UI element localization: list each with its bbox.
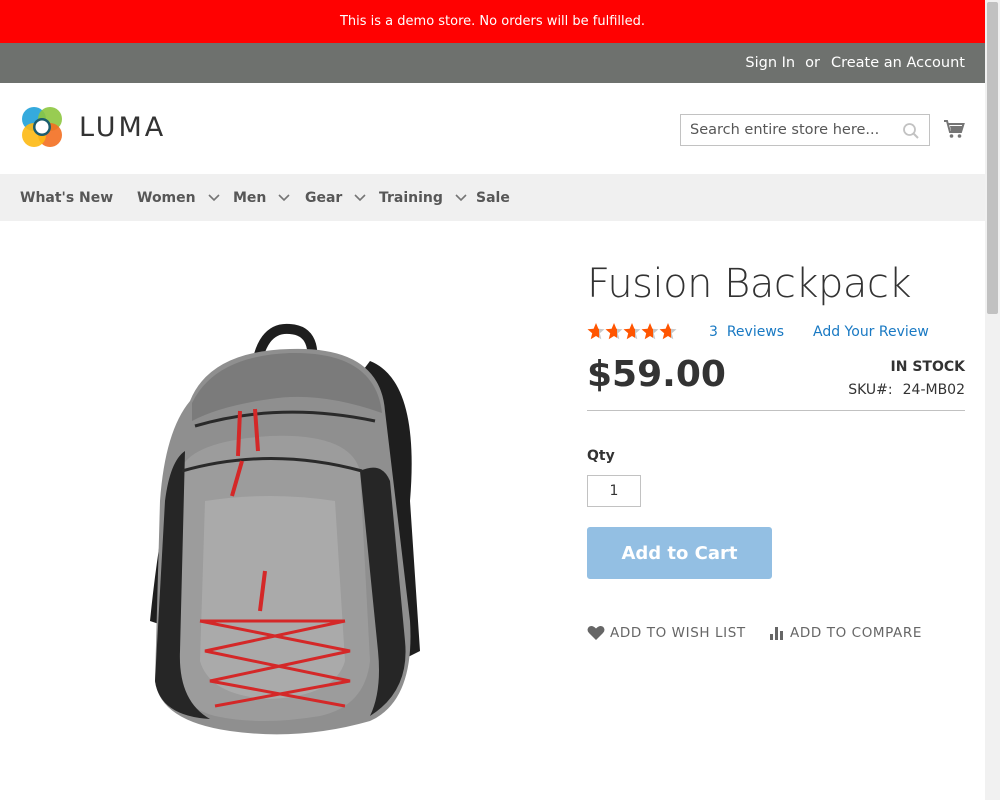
sign-in-link[interactable]: Sign In <box>745 55 795 71</box>
nav-item-men[interactable]: Men <box>233 174 290 221</box>
qty-label: Qty <box>587 448 615 464</box>
search-input[interactable] <box>681 115 891 145</box>
sku-label: SKU#: <box>848 382 893 398</box>
add-to-cart-button[interactable]: Add to Cart <box>587 527 772 579</box>
nav-item-gear[interactable]: Gear <box>305 174 366 221</box>
add-review-link[interactable]: Add Your Review <box>813 324 929 340</box>
product-image-backpack[interactable] <box>120 321 450 741</box>
nav-item-label: Training <box>379 189 443 206</box>
demo-store-notice: This is a demo store. No orders will be … <box>339 14 646 29</box>
reviews-count: 3 <box>709 324 718 340</box>
qty-input[interactable] <box>587 475 641 507</box>
heart-icon <box>587 625 605 640</box>
chevron-down-icon <box>278 193 290 201</box>
main-navigation: What's New Women Men Gear Training Sale <box>0 174 985 221</box>
header-panel: Sign In or Create an Account <box>0 43 985 83</box>
chevron-down-icon <box>208 193 220 201</box>
luma-logo-icon <box>22 107 62 147</box>
product-title: Fusion Backpack <box>587 261 912 307</box>
nav-item-label: What's New <box>20 189 114 206</box>
nav-item-training[interactable]: Training <box>379 174 467 221</box>
scrollbar-thumb[interactable] <box>987 2 998 314</box>
nav-item-sale[interactable]: Sale <box>476 174 510 221</box>
nav-item-label: Sale <box>476 189 510 206</box>
product-sku: SKU#: 24-MB02 <box>848 382 965 398</box>
sku-value: 24-MB02 <box>902 382 965 398</box>
luma-logo[interactable]: LUMA <box>20 105 166 149</box>
search-box <box>680 114 930 146</box>
logo-text: LUMA <box>79 111 167 143</box>
add-to-wishlist-link[interactable]: ADD TO WISH LIST <box>587 625 746 641</box>
search-icon[interactable] <box>902 122 920 140</box>
rating-stars-icon <box>587 323 677 340</box>
nav-item-whats-new[interactable]: What's New <box>20 174 113 221</box>
header-separator: or <box>805 55 820 71</box>
nav-item-label: Gear <box>305 189 343 206</box>
nav-item-label: Men <box>233 189 267 206</box>
reviews-label: Reviews <box>726 324 785 340</box>
create-account-link[interactable]: Create an Account <box>831 55 965 71</box>
product-gallery <box>0 221 565 800</box>
stock-status: IN STOCK <box>890 359 965 375</box>
add-to-compare-link[interactable]: ADD TO COMPARE <box>769 625 922 641</box>
chevron-down-icon <box>354 193 366 201</box>
demo-store-banner: This is a demo store. No orders will be … <box>0 0 985 43</box>
nav-item-label: Women <box>137 189 196 206</box>
compare-bars-icon <box>770 627 783 640</box>
info-divider <box>587 410 965 411</box>
nav-item-women[interactable]: Women <box>137 174 220 221</box>
chevron-down-icon <box>455 193 467 201</box>
reviews-link[interactable]: 3 Reviews <box>709 324 784 340</box>
shopping-cart-icon[interactable] <box>943 118 965 140</box>
wishlist-label: ADD TO WISH LIST <box>610 625 746 641</box>
product-price: $59.00 <box>587 354 726 395</box>
header-content: LUMA <box>0 83 985 174</box>
compare-label: ADD TO COMPARE <box>790 625 923 641</box>
product-rating <box>587 322 677 342</box>
page-scrollbar[interactable] <box>985 0 1000 800</box>
